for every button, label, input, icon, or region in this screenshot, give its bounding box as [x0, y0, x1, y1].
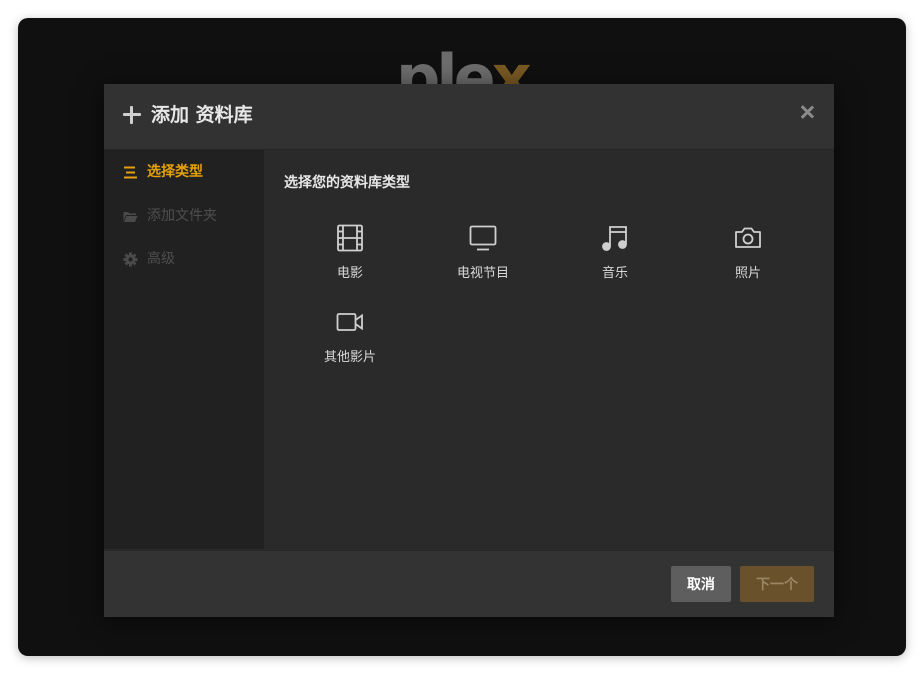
- dialog-title: 添加 资料库: [151, 104, 253, 126]
- video-camera-icon: [336, 313, 363, 331]
- app-window: plex 添加 资料库 选择类型 添加文件夹 高级 选择您的资料库类型 电影 电…: [18, 18, 906, 656]
- step-label: 选择类型: [147, 164, 203, 180]
- music-note-icon: [602, 226, 627, 251]
- type-other-videos[interactable]: 其他影片: [300, 308, 400, 380]
- tv-icon: [469, 225, 497, 251]
- camera-icon: [735, 227, 761, 248]
- step-select-type[interactable]: 选择类型: [123, 162, 203, 182]
- type-label: 其他影片: [323, 350, 376, 365]
- library-type-panel: 选择您的资料库类型 电影 电视节目 音乐 照片 其他影片: [264, 150, 834, 549]
- type-label: 音乐: [601, 266, 628, 281]
- folder-icon: [123, 209, 138, 224]
- close-icon[interactable]: [800, 105, 814, 119]
- dialog-header: 添加 资料库: [104, 84, 834, 150]
- plus-icon: [123, 106, 141, 124]
- step-label: 添加文件夹: [147, 208, 217, 224]
- gear-icon: [123, 252, 138, 267]
- type-label: 电视节目: [456, 266, 509, 281]
- type-label: 照片: [734, 266, 761, 281]
- add-library-dialog: 添加 资料库 选择类型 添加文件夹 高级 选择您的资料库类型 电影 电视节目 音…: [104, 84, 834, 617]
- dialog-footer: 取消 下一个: [104, 550, 834, 617]
- type-photos[interactable]: 照片: [698, 224, 798, 296]
- next-button[interactable]: 下一个: [740, 566, 814, 602]
- panel-heading: 选择您的资料库类型: [284, 175, 410, 191]
- steps-sidebar: 选择类型 添加文件夹 高级: [104, 150, 264, 549]
- step-advanced[interactable]: 高级: [123, 249, 175, 269]
- type-music[interactable]: 音乐: [565, 224, 665, 296]
- type-movies[interactable]: 电影: [300, 224, 400, 296]
- list-icon: [123, 165, 138, 180]
- step-add-folder[interactable]: 添加文件夹: [123, 206, 217, 226]
- film-icon: [337, 224, 363, 252]
- cancel-button[interactable]: 取消: [671, 566, 731, 602]
- type-label: 电影: [336, 266, 363, 281]
- type-tv-shows[interactable]: 电视节目: [433, 224, 533, 296]
- step-label: 高级: [147, 251, 175, 267]
